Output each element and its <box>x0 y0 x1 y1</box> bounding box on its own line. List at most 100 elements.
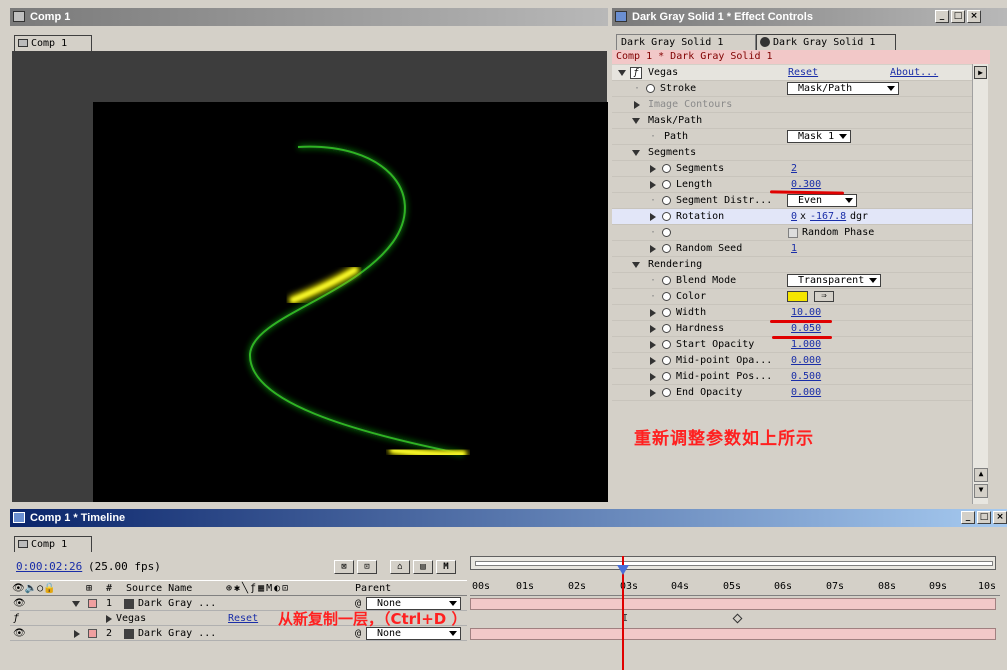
expand-icon[interactable] <box>650 165 656 173</box>
expand-icon[interactable] <box>650 309 656 317</box>
row-mask-path-group[interactable]: Mask/Path <box>612 113 972 129</box>
start-opacity-value[interactable]: 1.000 <box>791 337 821 353</box>
comp-tab-icon <box>18 39 28 47</box>
expand-icon[interactable] <box>650 213 656 221</box>
timeline-reset-link[interactable]: Reset <box>228 612 258 625</box>
expand-icon[interactable] <box>634 101 640 109</box>
timeline-minimize-button[interactable]: _ <box>961 511 975 524</box>
end-opacity-value[interactable]: 0.000 <box>791 385 821 401</box>
timeline-maximize-button[interactable]: □ <box>977 511 991 524</box>
timeline-close-button[interactable]: × <box>993 511 1007 524</box>
close-button[interactable]: × <box>967 10 981 23</box>
row-start-opacity: Start Opacity 1.000 <box>612 337 972 353</box>
segments-value[interactable]: 2 <box>791 161 797 177</box>
stopwatch-icon[interactable] <box>662 228 671 237</box>
width-value[interactable]: 10.00 <box>791 305 821 321</box>
stroke-dropdown[interactable]: Mask/Path <box>787 82 899 95</box>
eye-icon[interactable]: 👁 <box>13 597 26 610</box>
rotation-degrees[interactable]: -167.8 <box>810 209 846 225</box>
comp-canvas[interactable] <box>93 102 608 502</box>
work-area-bar[interactable] <box>475 561 993 566</box>
expand-effect-icon[interactable] <box>106 615 112 623</box>
expand-icon[interactable] <box>650 357 656 365</box>
stopwatch-icon[interactable] <box>662 324 671 333</box>
stopwatch-icon[interactable] <box>662 196 671 205</box>
eye-icon[interactable]: 👁 <box>13 627 26 640</box>
label-color-swatch[interactable] <box>88 629 97 638</box>
timecode-display[interactable]: 0:00:02:26 <box>16 560 82 573</box>
time-ruler[interactable]: 00s 01s 02s 03s 04s 05s 06s 07s 08s 09s … <box>470 580 1000 596</box>
random-seed-value[interactable]: 1 <box>791 241 797 257</box>
collapse-vegas-icon[interactable] <box>618 70 626 76</box>
stopwatch-icon[interactable] <box>646 84 655 93</box>
stopwatch-icon[interactable] <box>662 308 671 317</box>
expand-icon[interactable] <box>650 373 656 381</box>
playhead-icon[interactable] <box>617 565 629 575</box>
row-midpoint-position: Mid-point Pos... 0.500 <box>612 369 972 385</box>
shy-button[interactable]: ⌂ <box>390 560 410 574</box>
collapse-icon[interactable] <box>632 150 640 156</box>
blend-mode-dropdown[interactable]: Transparent <box>787 274 881 287</box>
tab-effect-controls[interactable]: Dark Gray Solid 1 <box>756 34 896 50</box>
expand-icon[interactable] <box>650 325 656 333</box>
color-swatch[interactable] <box>787 291 808 302</box>
stopwatch-icon[interactable] <box>662 244 671 253</box>
fx-toggle-icon[interactable]: ƒ <box>630 67 642 79</box>
layer-row-2[interactable]: 👁 2 Dark Gray ... @ None <box>10 627 467 641</box>
stopwatch-icon[interactable] <box>662 388 671 397</box>
comp-window-icon <box>13 11 25 22</box>
expand-icon[interactable] <box>650 341 656 349</box>
stopwatch-icon[interactable] <box>662 292 671 301</box>
fx-icon[interactable]: ƒ <box>13 612 19 625</box>
maximize-button[interactable]: □ <box>951 10 965 23</box>
stopwatch-icon[interactable] <box>662 276 671 285</box>
effect-about-link[interactable]: About... <box>890 65 938 81</box>
segment-distribution-dropdown[interactable]: Even <box>787 194 857 207</box>
midpoint-position-value[interactable]: 0.500 <box>791 369 821 385</box>
timeline-titlebar[interactable]: Comp 1 * Timeline <box>10 509 1007 527</box>
source-name-header[interactable]: Source Name <box>126 581 192 596</box>
stopwatch-icon[interactable] <box>662 372 671 381</box>
row-image-contours[interactable]: Image Contours <box>612 97 972 113</box>
random-phase-checkbox[interactable] <box>788 228 798 238</box>
row-rendering-group[interactable]: Rendering <box>612 257 972 273</box>
rotation-revolutions[interactable]: 0 <box>791 209 797 225</box>
stopwatch-icon[interactable] <box>662 340 671 349</box>
scroll-down-icon[interactable]: ▼ <box>974 484 988 498</box>
expand-icon[interactable] <box>650 245 656 253</box>
tab-timeline-comp-1[interactable]: Comp 1 <box>14 536 92 552</box>
row-blend-mode: · Blend Mode Transparent <box>612 273 972 289</box>
path-dropdown[interactable]: Mask 1 <box>787 130 851 143</box>
tab-layer-dark-gray-solid-1[interactable]: Dark Gray Solid 1 <box>616 34 756 50</box>
frame-blend-button[interactable]: ▤ <box>413 560 433 574</box>
eyedropper-icon[interactable]: ⇒ <box>814 291 834 302</box>
hardness-value[interactable]: 0.050 <box>791 321 821 337</box>
stopwatch-icon[interactable] <box>662 180 671 189</box>
label-color-swatch[interactable] <box>88 599 97 608</box>
effect-row-vegas[interactable]: ƒ Vegas Reset About... <box>612 65 972 81</box>
layer-1-duration-bar[interactable] <box>470 598 996 610</box>
motion-blur-button[interactable]: M <box>436 560 456 574</box>
effect-reset-link[interactable]: Reset <box>788 65 818 81</box>
expand-icon[interactable] <box>650 389 656 397</box>
stopwatch-icon[interactable] <box>662 164 671 173</box>
row-segments-group[interactable]: Segments <box>612 145 972 161</box>
panel-menu-icon[interactable]: ▶ <box>974 66 987 79</box>
stopwatch-icon[interactable] <box>662 356 671 365</box>
expand-icon[interactable] <box>650 181 656 189</box>
tab-comp-1[interactable]: Comp 1 <box>14 35 92 51</box>
expand-layer-icon[interactable] <box>74 630 80 638</box>
effect-scrollbar[interactable]: ▲ ▼ <box>972 64 988 504</box>
collapse-icon[interactable] <box>632 118 640 124</box>
scroll-up-icon[interactable]: ▲ <box>974 468 988 482</box>
minimize-button[interactable]: _ <box>935 10 949 23</box>
collapse-layer-icon[interactable] <box>72 601 80 607</box>
layer-2-duration-bar[interactable] <box>470 628 996 640</box>
collapse-icon[interactable] <box>632 262 640 268</box>
stopwatch-icon[interactable] <box>662 212 671 221</box>
lock-button[interactable]: ⊡ <box>357 560 377 574</box>
comp-marker-button[interactable]: ⊠ <box>334 560 354 574</box>
comp-window-titlebar[interactable]: Comp 1 <box>10 8 608 26</box>
time-navigator[interactable] <box>470 556 996 570</box>
midpoint-opacity-value[interactable]: 0.000 <box>791 353 821 369</box>
